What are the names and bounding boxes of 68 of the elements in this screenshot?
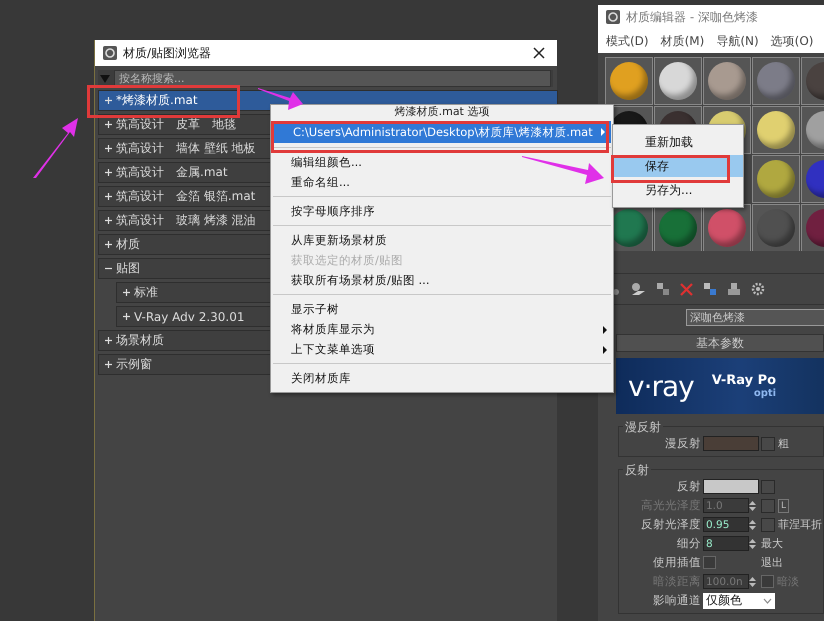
- menu-item[interactable]: 编辑组颜色...: [271, 152, 613, 172]
- spinner-arrows-icon[interactable]: [749, 538, 756, 550]
- menu-item[interactable]: 显示子树: [271, 299, 613, 319]
- field-label: 细分: [676, 536, 701, 551]
- menu-item[interactable]: 获取所有场景材质/贴图 ...: [271, 270, 613, 290]
- menu-item[interactable]: 从库更新场景材质: [271, 230, 613, 250]
- menu-bar-item[interactable]: 材质(M): [660, 32, 704, 50]
- plus-icon: [105, 193, 112, 200]
- field-label: 退出: [761, 555, 783, 570]
- sphere-plane-icon[interactable]: [630, 282, 646, 296]
- menu-item[interactable]: 将材质库显示为: [271, 319, 613, 339]
- gear-icon[interactable]: [751, 282, 765, 296]
- app-logo-icon: [103, 46, 117, 60]
- cubes-icon[interactable]: [656, 282, 670, 296]
- plus-icon: [123, 313, 130, 320]
- banner-title: V-Ray Po: [712, 373, 776, 388]
- menu-bar-item[interactable]: 模式(D): [606, 32, 649, 50]
- menu-item[interactable]: 按字母顺序排序: [271, 201, 613, 221]
- number-field[interactable]: 0.95: [703, 517, 749, 532]
- color-swatch[interactable]: [703, 479, 759, 494]
- spinner-arrows-icon[interactable]: [749, 500, 756, 512]
- checkbox[interactable]: [703, 556, 716, 569]
- menu-item[interactable]: 重命名组...: [271, 172, 613, 192]
- field-label: 影响通道: [652, 593, 701, 608]
- menu-bar-item[interactable]: 选项(O): [770, 32, 814, 50]
- dropdown[interactable]: 仅颜色: [703, 592, 775, 608]
- close-icon[interactable]: [533, 47, 545, 59]
- app-logo-icon: [606, 10, 620, 24]
- menu-item[interactable]: 另存为...: [613, 179, 743, 201]
- color-swatch[interactable]: [703, 436, 759, 451]
- spinner-arrows-icon[interactable]: [749, 518, 756, 530]
- field-label: 最大: [761, 536, 783, 551]
- menu-item[interactable]: 上下文菜单选项: [271, 339, 613, 359]
- rollout-header[interactable]: 基本参数: [616, 334, 824, 352]
- minus-icon: [105, 265, 112, 272]
- field-label: 反射: [676, 479, 701, 494]
- number-field[interactable]: 8: [703, 536, 749, 551]
- logo-text: v·ray: [628, 370, 694, 402]
- field-label: 菲涅耳折: [778, 517, 822, 532]
- field-label: 粗: [778, 436, 789, 451]
- plus-icon: [105, 97, 112, 104]
- menu-bar-item[interactable]: 导航(N): [716, 32, 759, 50]
- plus-icon: [105, 145, 112, 152]
- plus-icon: [123, 289, 130, 296]
- pointer-arrow: [258, 88, 303, 110]
- banner-subtitle: opti: [754, 388, 776, 399]
- field-label: 漫反射: [664, 436, 701, 451]
- window-title: 材质/贴图浏览器: [123, 44, 212, 62]
- delete-icon[interactable]: [680, 282, 693, 296]
- plus-icon: [105, 241, 112, 248]
- swap-icon[interactable]: [703, 282, 717, 296]
- spinner-arrows-icon[interactable]: [749, 576, 756, 588]
- plus-icon: [105, 217, 112, 224]
- chevron-down-icon: [763, 598, 772, 604]
- field-label: 使用插值: [652, 555, 701, 570]
- plus-icon: [105, 337, 112, 344]
- blocks-icon[interactable]: [727, 282, 741, 296]
- group-title: 漫反射: [623, 419, 663, 436]
- menu-item[interactable]: 重新加载: [613, 131, 743, 153]
- search-field[interactable]: 按名称搜索...: [114, 70, 551, 87]
- plus-icon: [105, 121, 112, 128]
- plus-icon: [105, 169, 112, 176]
- pointer-arrow: [33, 118, 78, 178]
- window-title: 材质编辑器 - 深咖色烤漆: [626, 8, 759, 26]
- material-name-field[interactable]: 深咖色烤漆: [686, 309, 824, 326]
- field-label: 反射光泽度: [640, 517, 701, 532]
- menu-item[interactable]: 关闭材质库: [271, 368, 613, 388]
- plus-icon: [105, 361, 112, 368]
